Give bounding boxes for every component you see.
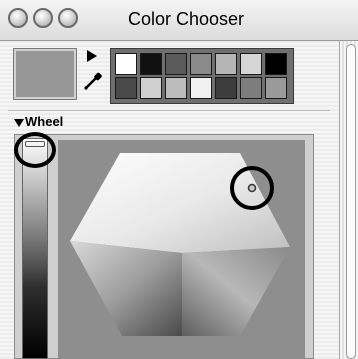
color-swatch[interactable] xyxy=(165,77,187,99)
brightness-slider[interactable] xyxy=(22,138,48,359)
color-swatch[interactable] xyxy=(115,77,137,99)
close-button[interactable] xyxy=(8,8,28,28)
color-swatch[interactable] xyxy=(240,53,262,75)
color-swatch[interactable] xyxy=(215,77,237,99)
highlight-circle-slider xyxy=(14,132,56,168)
wheel-label: Wheel xyxy=(25,114,64,129)
color-swatch[interactable] xyxy=(190,77,212,99)
disclosure-triangle-icon[interactable] xyxy=(14,118,24,127)
window-title: Color Chooser xyxy=(128,9,245,29)
color-swatch[interactable] xyxy=(265,53,287,75)
color-swatch[interactable] xyxy=(165,53,187,75)
minimize-button[interactable] xyxy=(33,8,53,28)
highlight-circle-marker xyxy=(230,166,274,210)
color-swatch[interactable] xyxy=(240,77,262,99)
title-bar[interactable]: Color Chooser xyxy=(0,0,358,41)
color-swatch[interactable] xyxy=(265,77,287,99)
color-swatch[interactable] xyxy=(215,53,237,75)
wheel-section-header[interactable]: Wheel xyxy=(14,114,63,129)
zoom-button[interactable] xyxy=(58,8,78,28)
scrollbar-thumb[interactable] xyxy=(346,44,356,359)
color-swatch-panel xyxy=(110,48,294,104)
color-swatch[interactable] xyxy=(140,53,162,75)
color-swatch[interactable] xyxy=(140,77,162,99)
section-divider xyxy=(8,110,330,111)
swatch-grid xyxy=(115,53,289,99)
color-swatch[interactable] xyxy=(115,53,137,75)
selected-color-well[interactable] xyxy=(14,49,76,99)
color-chooser-window: Color Chooser Wheel xyxy=(0,0,358,359)
eyedropper-icon[interactable] xyxy=(82,70,104,92)
play-icon[interactable] xyxy=(86,49,98,63)
color-swatch[interactable] xyxy=(190,53,212,75)
